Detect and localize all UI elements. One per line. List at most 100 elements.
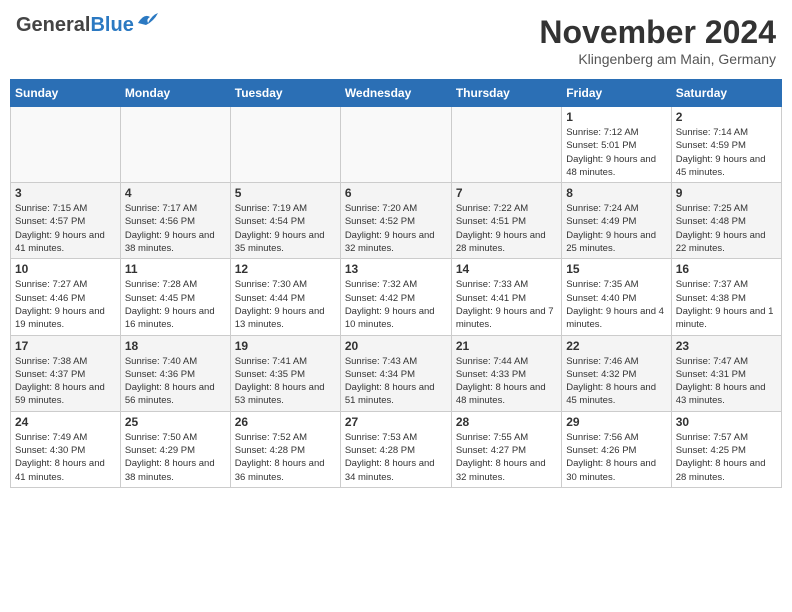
day-info: Sunrise: 7:41 AM Sunset: 4:35 PM Dayligh… — [235, 355, 336, 408]
day-info: Sunrise: 7:33 AM Sunset: 4:41 PM Dayligh… — [456, 278, 557, 331]
day-info: Sunrise: 7:57 AM Sunset: 4:25 PM Dayligh… — [676, 431, 777, 484]
day-number: 13 — [345, 262, 447, 276]
day-number: 21 — [456, 339, 557, 353]
calendar-cell: 8 Sunrise: 7:24 AM Sunset: 4:49 PM Daylig… — [562, 183, 671, 259]
logo-general-text: General — [16, 14, 90, 37]
calendar-cell: 28Sunrise: 7:55 AM Sunset: 4:27 PM Dayli… — [451, 411, 561, 487]
calendar-cell: 11 Sunrise: 7:28 AM Sunset: 4:45 PM Dayli… — [120, 259, 230, 335]
day-number: 8 — [566, 186, 666, 200]
calendar-cell: 3 Sunrise: 7:15 AM Sunset: 4:57 PM Daylig… — [11, 183, 121, 259]
day-info: Sunrise: 7:50 AM Sunset: 4:29 PM Dayligh… — [125, 431, 226, 484]
day-info: Sunrise: 7:27 AM Sunset: 4:46 PM Dayligh… — [15, 278, 116, 331]
calendar-week-3: 10 Sunrise: 7:27 AM Sunset: 4:46 PM Dayli… — [11, 259, 782, 335]
day-number: 22 — [566, 339, 666, 353]
calendar-cell: 21 Sunrise: 7:44 AM Sunset: 4:33 PM Dayli… — [451, 335, 561, 411]
calendar-cell: 29 Sunrise: 7:56 AM Sunset: 4:26 PM Dayli… — [562, 411, 671, 487]
day-info: Sunrise: 7:46 AM Sunset: 4:32 PM Dayligh… — [566, 355, 666, 408]
day-info: Sunrise: 7:25 AM Sunset: 4:48 PM Dayligh… — [676, 202, 777, 255]
calendar-cell: 5 Sunrise: 7:19 AM Sunset: 4:54 PM Daylig… — [230, 183, 340, 259]
location-title: Klingenberg am Main, Germany — [539, 51, 776, 67]
day-number: 25 — [125, 415, 226, 429]
calendar-cell: 12Sunrise: 7:30 AM Sunset: 4:44 PM Dayli… — [230, 259, 340, 335]
day-number: 14 — [456, 262, 557, 276]
day-number: 5 — [235, 186, 336, 200]
day-number: 9 — [676, 186, 777, 200]
calendar-cell: 1 Sunrise: 7:12 AM Sunset: 5:01 PM Daylig… — [562, 107, 671, 183]
calendar-cell: 22 Sunrise: 7:46 AM Sunset: 4:32 PM Dayli… — [562, 335, 671, 411]
day-info: Sunrise: 7:38 AM Sunset: 4:37 PM Dayligh… — [15, 355, 116, 408]
calendar-cell: 20 Sunrise: 7:43 AM Sunset: 4:34 PM Dayli… — [340, 335, 451, 411]
calendar-header-row: SundayMondayTuesdayWednesdayThursdayFrid… — [11, 80, 782, 107]
day-number: 3 — [15, 186, 116, 200]
day-number: 24 — [15, 415, 116, 429]
col-header-tuesday: Tuesday — [230, 80, 340, 107]
month-title: November 2024 — [539, 14, 776, 51]
col-header-wednesday: Wednesday — [340, 80, 451, 107]
day-info: Sunrise: 7:56 AM Sunset: 4:26 PM Dayligh… — [566, 431, 666, 484]
day-number: 19 — [235, 339, 336, 353]
day-info: Sunrise: 7:53 AM Sunset: 4:28 PM Dayligh… — [345, 431, 447, 484]
day-number: 7 — [456, 186, 557, 200]
calendar-week-4: 17 Sunrise: 7:38 AM Sunset: 4:37 PM Dayli… — [11, 335, 782, 411]
col-header-thursday: Thursday — [451, 80, 561, 107]
day-number: 10 — [15, 262, 116, 276]
calendar-cell: 25 Sunrise: 7:50 AM Sunset: 4:29 PM Dayli… — [120, 411, 230, 487]
calendar-cell: 26Sunrise: 7:52 AM Sunset: 4:28 PM Dayli… — [230, 411, 340, 487]
calendar-week-2: 3 Sunrise: 7:15 AM Sunset: 4:57 PM Daylig… — [11, 183, 782, 259]
calendar-cell: 17 Sunrise: 7:38 AM Sunset: 4:37 PM Dayli… — [11, 335, 121, 411]
calendar-cell: 14 Sunrise: 7:33 AM Sunset: 4:41 PM Dayli… — [451, 259, 561, 335]
day-number: 4 — [125, 186, 226, 200]
calendar-week-1: 1 Sunrise: 7:12 AM Sunset: 5:01 PM Daylig… — [11, 107, 782, 183]
day-info: Sunrise: 7:20 AM Sunset: 4:52 PM Dayligh… — [345, 202, 447, 255]
day-number: 27 — [345, 415, 447, 429]
day-info: Sunrise: 7:22 AM Sunset: 4:51 PM Dayligh… — [456, 202, 557, 255]
logo-blue-text: Blue — [90, 14, 133, 37]
day-info: Sunrise: 7:35 AM Sunset: 4:40 PM Dayligh… — [566, 278, 666, 331]
calendar-cell — [11, 107, 121, 183]
header: General Blue November 2024 Klingenberg a… — [10, 10, 782, 71]
calendar-cell: 16 Sunrise: 7:37 AM Sunset: 4:38 PM Dayli… — [671, 259, 781, 335]
calendar-cell: 19 Sunrise: 7:41 AM Sunset: 4:35 PM Dayli… — [230, 335, 340, 411]
day-info: Sunrise: 7:19 AM Sunset: 4:54 PM Dayligh… — [235, 202, 336, 255]
day-info: Sunrise: 7:12 AM Sunset: 5:01 PM Dayligh… — [566, 126, 666, 179]
col-header-monday: Monday — [120, 80, 230, 107]
calendar-cell: 10 Sunrise: 7:27 AM Sunset: 4:46 PM Dayli… — [11, 259, 121, 335]
day-number: 1 — [566, 110, 666, 124]
day-number: 28 — [456, 415, 557, 429]
day-info: Sunrise: 7:32 AM Sunset: 4:42 PM Dayligh… — [345, 278, 447, 331]
calendar-table: SundayMondayTuesdayWednesdayThursdayFrid… — [10, 79, 782, 488]
title-area: November 2024 Klingenberg am Main, Germa… — [539, 14, 776, 67]
day-info: Sunrise: 7:14 AM Sunset: 4:59 PM Dayligh… — [676, 126, 777, 179]
day-info: Sunrise: 7:24 AM Sunset: 4:49 PM Dayligh… — [566, 202, 666, 255]
calendar-cell: 27 Sunrise: 7:53 AM Sunset: 4:28 PM Dayli… — [340, 411, 451, 487]
day-info: Sunrise: 7:44 AM Sunset: 4:33 PM Dayligh… — [456, 355, 557, 408]
day-info: Sunrise: 7:43 AM Sunset: 4:34 PM Dayligh… — [345, 355, 447, 408]
col-header-friday: Friday — [562, 80, 671, 107]
calendar-cell: 7 Sunrise: 7:22 AM Sunset: 4:51 PM Daylig… — [451, 183, 561, 259]
day-number: 11 — [125, 262, 226, 276]
day-info: Sunrise: 7:15 AM Sunset: 4:57 PM Dayligh… — [15, 202, 116, 255]
calendar-cell: 23Sunrise: 7:47 AM Sunset: 4:31 PM Dayli… — [671, 335, 781, 411]
calendar-cell: 13 Sunrise: 7:32 AM Sunset: 4:42 PM Dayli… — [340, 259, 451, 335]
day-info: Sunrise: 7:30 AM Sunset: 4:44 PM Dayligh… — [235, 278, 336, 331]
day-number: 29 — [566, 415, 666, 429]
day-number: 15 — [566, 262, 666, 276]
calendar-cell: 6Sunrise: 7:20 AM Sunset: 4:52 PM Daylig… — [340, 183, 451, 259]
calendar-cell — [230, 107, 340, 183]
day-info: Sunrise: 7:28 AM Sunset: 4:45 PM Dayligh… — [125, 278, 226, 331]
day-number: 16 — [676, 262, 777, 276]
day-number: 20 — [345, 339, 447, 353]
calendar-cell — [340, 107, 451, 183]
day-info: Sunrise: 7:17 AM Sunset: 4:56 PM Dayligh… — [125, 202, 226, 255]
calendar-cell: 18 Sunrise: 7:40 AM Sunset: 4:36 PM Dayli… — [120, 335, 230, 411]
day-info: Sunrise: 7:37 AM Sunset: 4:38 PM Dayligh… — [676, 278, 777, 331]
day-info: Sunrise: 7:52 AM Sunset: 4:28 PM Dayligh… — [235, 431, 336, 484]
day-info: Sunrise: 7:49 AM Sunset: 4:30 PM Dayligh… — [15, 431, 116, 484]
day-number: 17 — [15, 339, 116, 353]
calendar-cell: 24 Sunrise: 7:49 AM Sunset: 4:30 PM Dayli… — [11, 411, 121, 487]
day-info: Sunrise: 7:47 AM Sunset: 4:31 PM Dayligh… — [676, 355, 777, 408]
day-info: Sunrise: 7:40 AM Sunset: 4:36 PM Dayligh… — [125, 355, 226, 408]
calendar-cell — [451, 107, 561, 183]
calendar-cell — [120, 107, 230, 183]
day-number: 18 — [125, 339, 226, 353]
